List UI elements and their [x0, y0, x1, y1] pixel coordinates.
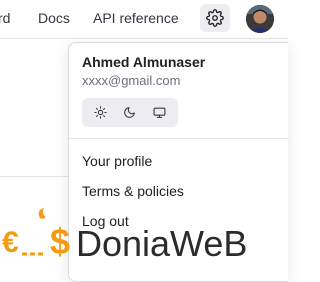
- nav-link-api-reference[interactable]: API reference: [93, 10, 179, 26]
- menu-item-log-out[interactable]: Log out: [82, 213, 129, 229]
- moon-icon: [124, 107, 136, 118]
- nav-link-dashboard[interactable]: rd: [0, 10, 10, 26]
- page-divider: [0, 176, 70, 177]
- nav-link-docs[interactable]: Docs: [38, 10, 70, 26]
- monitor-icon: [153, 107, 166, 118]
- menu-item-terms-policies[interactable]: Terms & policies: [82, 183, 184, 199]
- system-theme-button[interactable]: [147, 102, 171, 124]
- user-name: Ahmed Almunaser: [82, 54, 206, 70]
- theme-switcher: [82, 98, 178, 127]
- settings-button[interactable]: [200, 4, 230, 32]
- gear-icon: [206, 9, 224, 27]
- avatar-image: [246, 5, 274, 33]
- account-dropdown-menu: Ahmed Almunaser xxxx@gmail.com Your prof…: [68, 42, 289, 282]
- sun-icon: [94, 106, 107, 119]
- page-divider: [0, 38, 288, 39]
- watermark-logo-mark: € $: [2, 208, 70, 262]
- svg-text:€: €: [2, 226, 19, 259]
- dark-theme-button[interactable]: [118, 102, 142, 124]
- user-email: xxxx@gmail.com: [82, 73, 181, 88]
- light-theme-button[interactable]: [89, 102, 113, 124]
- menu-item-your-profile[interactable]: Your profile: [82, 153, 152, 169]
- top-navigation-bar: rd Docs API reference: [0, 0, 288, 38]
- user-avatar[interactable]: [246, 5, 274, 33]
- menu-divider: [69, 138, 289, 139]
